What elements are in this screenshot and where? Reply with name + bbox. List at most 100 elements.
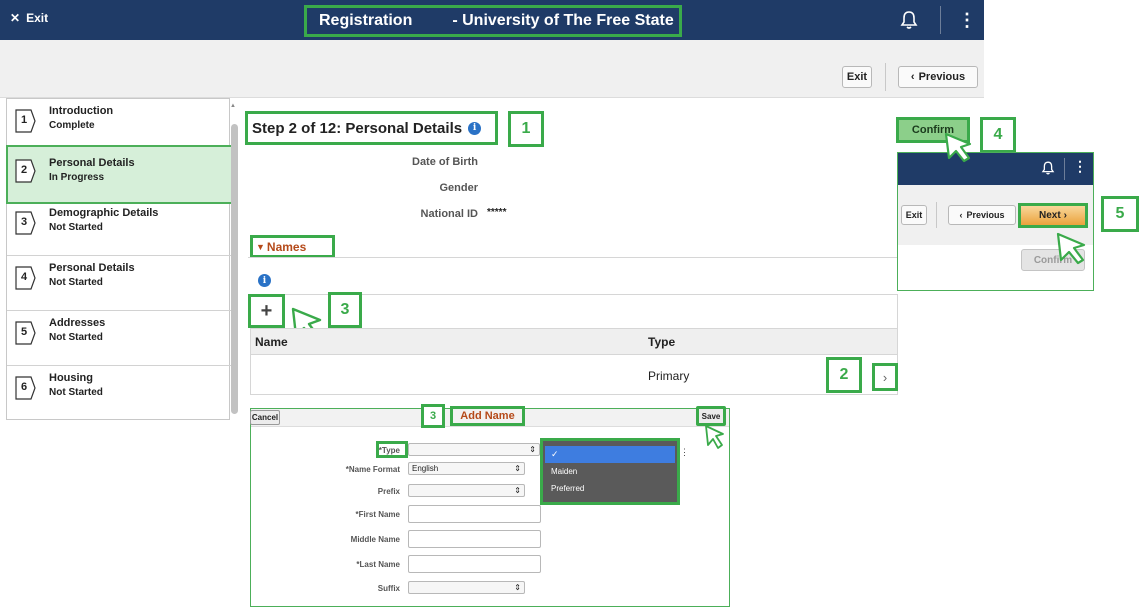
select-arrows-icon: ⋮ [680, 447, 689, 457]
step-sidebar: 1 Introduction Complete 2 Personal Detai… [6, 98, 236, 420]
step-number-badge: 4 [15, 266, 37, 290]
sidebar-item-personal-details-active[interactable]: 2 Personal Details In Progress [6, 145, 236, 204]
column-header-name[interactable]: Name [255, 335, 288, 349]
page-title: Registration - University of The Free St… [304, 5, 682, 37]
first-name-input[interactable] [408, 505, 541, 523]
sidebar-item-housing[interactable]: 6 Housing Not Started [7, 366, 231, 420]
chevron-right-icon: › [1063, 210, 1068, 221]
sidebar-item-status: Not Started [49, 277, 103, 288]
step-number-badge: 3 [15, 211, 37, 235]
type-label: *Type [378, 446, 400, 455]
sidebar-item-status: Not Started [49, 332, 103, 343]
select-arrows-icon: ⇕ [514, 464, 521, 473]
exit-link[interactable]: ✕ Exit [10, 11, 48, 25]
sidebar-item-personal-details-2[interactable]: 4 Personal Details Not Started [7, 256, 231, 311]
exit-link-label: Exit [26, 11, 49, 25]
sidebar-item-title: Addresses [49, 317, 106, 329]
callout-3: 3 [328, 292, 362, 328]
callout-5: 5 [1101, 196, 1139, 232]
inset-previous-button[interactable]: ‹ Previous [948, 205, 1016, 225]
sidebar-item-status: Not Started [49, 222, 103, 233]
gender-label: Gender [439, 182, 478, 194]
previous-button-label: Previous [918, 71, 966, 83]
prefix-select[interactable]: ⇕ [408, 484, 525, 497]
next-button-label: Next [1038, 210, 1061, 221]
dropdown-option-preferred[interactable]: Preferred [551, 484, 584, 493]
names-section-toggle[interactable]: ▼ Names [250, 235, 335, 258]
notifications-bell-icon[interactable] [1040, 160, 1056, 176]
prefix-label: Prefix [377, 487, 400, 496]
toolbar-divider [936, 202, 937, 228]
sidebar-item-title: Demographic Details [49, 207, 159, 219]
middle-name-label: Middle Name [350, 535, 400, 544]
first-name-label: *First Name [355, 510, 400, 519]
save-button[interactable]: Save [696, 406, 726, 426]
sidebar-scrollbar[interactable] [231, 124, 238, 414]
type-select[interactable]: ⇕ [408, 443, 540, 456]
header-divider [1064, 158, 1065, 180]
suffix-select[interactable]: ⇕ [408, 581, 525, 594]
callout-4: 4 [980, 117, 1016, 153]
more-options-icon[interactable]: ⋮ [958, 8, 976, 32]
national-id-label: National ID [420, 208, 478, 220]
callout-2: 2 [826, 357, 862, 393]
redacted-block [412, 12, 453, 30]
notifications-bell-icon[interactable] [898, 9, 920, 31]
sidebar-item-title: Introduction [49, 105, 114, 117]
sidebar-item-title: Housing [49, 372, 93, 384]
sidebar-item-demographic-details[interactable]: 3 Demographic Details Not Started [7, 201, 231, 256]
grid-header-row [251, 328, 897, 355]
caret-down-icon: ▼ [256, 241, 265, 252]
inset-previous-label: Previous [966, 210, 1005, 220]
close-icon: ✕ [10, 11, 21, 25]
inset-exit-button[interactable]: Exit [901, 205, 927, 225]
cursor-pointer-icon [704, 424, 726, 450]
cancel-button[interactable]: Cancel [250, 410, 280, 425]
type-dropdown-menu: ✓ Maiden Preferred [540, 438, 680, 505]
names-section-label: Names [266, 239, 307, 254]
page-title-left: Registration [319, 12, 413, 29]
national-id-value: ***** [487, 207, 507, 218]
step-heading-text: Step 2 of 12: Personal Details [252, 119, 463, 137]
chevron-left-icon: ‹ [959, 210, 963, 220]
scroll-up-arrow-icon[interactable]: ▲ [230, 103, 236, 109]
step-number-badge: 6 [15, 376, 37, 400]
name-format-select[interactable]: English ⇕ [408, 462, 525, 475]
row-detail-button[interactable]: › [872, 363, 898, 391]
next-button[interactable]: Next › [1018, 203, 1088, 228]
callout-1: 1 [508, 111, 544, 147]
info-icon[interactable]: i [258, 274, 271, 287]
chevron-left-icon: ‹ [910, 71, 915, 83]
last-name-input[interactable] [408, 555, 541, 573]
table-row-type: Primary [648, 369, 690, 383]
sidebar-item-title: Personal Details [49, 262, 135, 274]
toolbar-divider [885, 63, 886, 91]
info-icon[interactable]: i [468, 121, 482, 135]
more-options-icon[interactable]: ⋮ [1073, 158, 1087, 175]
header-divider [940, 6, 941, 34]
column-header-type[interactable]: Type [648, 335, 675, 349]
name-format-label: *Name Format [345, 465, 400, 474]
last-name-label: *Last Name [356, 560, 400, 569]
section-divider [248, 257, 898, 258]
step-number-badge: 1 [15, 109, 37, 133]
middle-name-input[interactable] [408, 530, 541, 548]
previous-button[interactable]: ‹ Previous [898, 66, 978, 88]
suffix-label: Suffix [377, 584, 400, 593]
sidebar-item-addresses[interactable]: 5 Addresses Not Started [7, 311, 231, 366]
action-band [0, 40, 984, 98]
add-name-button[interactable]: + [248, 294, 285, 328]
step-number-badge: 2 [15, 159, 37, 183]
cursor-pointer-icon [1056, 232, 1088, 266]
dropdown-option-blank[interactable]: ✓ [545, 446, 675, 463]
callout-3b: 3 [421, 404, 445, 428]
add-name-title: Add Name [450, 406, 525, 426]
sidebar-item-status: Complete [49, 120, 95, 131]
exit-button[interactable]: Exit [842, 66, 872, 88]
select-arrows-icon: ⇕ [529, 445, 536, 454]
cursor-pointer-icon [944, 132, 974, 164]
step-heading: Step 2 of 12: Personal Details i [245, 111, 498, 145]
dropdown-option-maiden[interactable]: Maiden [551, 467, 577, 476]
sidebar-item-title: Personal Details [49, 157, 135, 169]
sidebar-item-status: In Progress [49, 172, 105, 183]
